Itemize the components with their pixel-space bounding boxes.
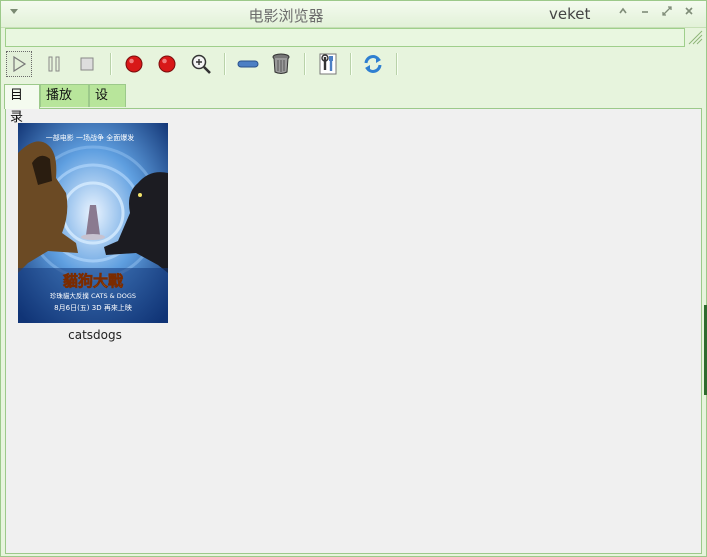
resize-grip-icon[interactable] [687,29,703,45]
app-window: 电影浏览器 veket 目录 播放 设 一部电影 一场战争 全面爆发 貓狗大戰 … [0,0,707,557]
toolbar-separator [110,53,112,75]
up-icon[interactable] [616,6,630,20]
catalog-panel: 一部电影 一场战争 全面爆发 貓狗大戰 珍珠貓大反撲 CATS & DOGS 8… [5,108,702,554]
app-name: veket [549,5,591,23]
zoom-in-icon[interactable] [188,51,214,77]
address-bar[interactable] [5,28,685,47]
settings-tool-icon[interactable] [315,51,341,77]
play-icon[interactable] [6,51,32,77]
toolbar-separator [396,53,398,75]
window-title: 电影浏览器 [248,7,324,25]
record-icon[interactable] [154,51,180,77]
title-bar[interactable]: 电影浏览器 veket [1,1,706,28]
refresh-icon[interactable] [360,51,386,77]
maximize-icon[interactable] [660,6,674,20]
stop-icon[interactable] [74,51,100,77]
movie-poster-thumbnail[interactable]: 一部电影 一场战争 全面爆发 貓狗大戰 珍珠貓大反撲 CATS & DOGS 8… [18,123,168,323]
minus-icon[interactable] [235,51,261,77]
trash-icon[interactable] [268,51,294,77]
tab-catalog[interactable]: 目录 [4,84,40,125]
poster-subtitle: 珍珠貓大反撲 CATS & DOGS [50,291,136,300]
toolbar-separator [224,53,226,75]
tab-player[interactable]: 播放器 [40,84,89,125]
toolbar-separator [350,53,352,75]
toolbar-separator [304,53,306,75]
close-icon[interactable] [682,6,696,20]
poster-tagline: 一部电影 一场战争 全面爆发 [46,133,134,142]
record-icon[interactable] [121,51,147,77]
minimize-icon[interactable] [638,6,652,20]
tab-settings[interactable]: 设置 [89,84,126,125]
poster-release: 8月6日(五) 3D 再來上映 [54,303,132,312]
file-label: catsdogs [68,328,122,342]
poster-title: 貓狗大戰 [63,272,123,290]
pause-icon[interactable] [41,51,67,77]
toolbar [1,49,706,79]
